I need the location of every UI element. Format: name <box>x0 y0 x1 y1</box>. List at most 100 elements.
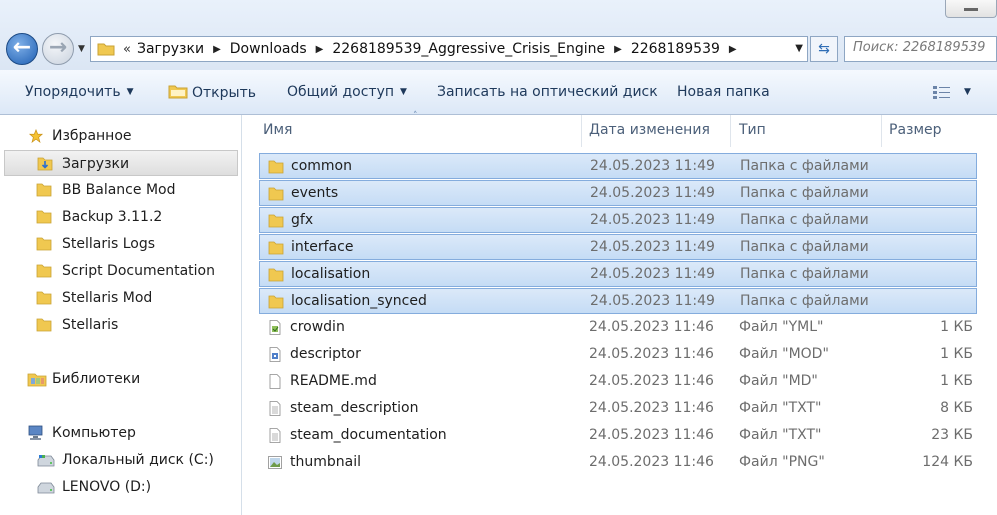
nav-drive-d[interactable]: LENOVO (D:) <box>0 474 238 500</box>
navigation-pane: Избранное Загрузки BB Balance Mod Backup… <box>0 115 242 515</box>
address-dropdown-icon[interactable]: ▼ <box>795 43 803 54</box>
column-header-name[interactable]: Имя <box>263 115 292 147</box>
file-name: localisation_synced <box>291 293 427 309</box>
nav-item-label: Stellaris <box>62 317 119 333</box>
nav-item-label: Backup 3.11.2 <box>62 209 163 225</box>
table-row[interactable]: README.md 24.05.2023 11:46 Файл "MD" 1 К… <box>259 369 977 395</box>
breadcrumb-item[interactable]: Загрузки <box>137 41 204 57</box>
column-name-label: Имя <box>263 122 293 138</box>
file-type: Файл "YML" <box>739 319 824 335</box>
refresh-button[interactable]: ⇆ <box>810 36 838 62</box>
chevron-right-icon[interactable]: ▶ <box>213 44 221 55</box>
blank-file-icon <box>269 374 281 389</box>
nav-item-folder[interactable]: Backup 3.11.2 <box>0 204 238 230</box>
table-row[interactable]: thumbnail 24.05.2023 11:46 Файл "PNG" 12… <box>259 450 977 476</box>
chevron-right-icon[interactable]: ▶ <box>316 44 324 55</box>
new-folder-button[interactable]: Новая папка <box>677 84 770 100</box>
nav-item-folder[interactable]: Stellaris <box>0 312 238 338</box>
file-date: 24.05.2023 11:46 <box>589 319 714 335</box>
nav-item-label: Загрузки <box>62 156 130 172</box>
file-name: README.md <box>290 373 377 389</box>
column-type-label: Тип <box>739 122 766 138</box>
column-divider[interactable] <box>581 115 582 147</box>
nav-drive-c[interactable]: Локальный диск (C:) <box>0 447 238 473</box>
column-divider[interactable] <box>730 115 731 147</box>
nav-favorites-label: Избранное <box>52 128 132 144</box>
new-folder-label: Новая папка <box>677 84 770 100</box>
chevron-down-icon: ▼ <box>126 87 134 97</box>
file-name: gfx <box>291 212 314 228</box>
mod-file-icon <box>269 347 281 362</box>
table-row[interactable]: interface 24.05.2023 11:49 Папка с файла… <box>259 234 977 260</box>
file-date: 24.05.2023 11:46 <box>589 400 714 416</box>
folder-icon <box>268 214 284 228</box>
nav-item-folder[interactable]: BB Balance Mod <box>0 177 238 203</box>
address-bar[interactable]: « Загрузки ▶ Downloads ▶ 2268189539_Aggr… <box>90 36 808 62</box>
text-file-icon <box>269 401 281 416</box>
table-row[interactable]: steam_documentation 24.05.2023 11:46 Фай… <box>259 423 977 449</box>
table-row[interactable]: gfx 24.05.2023 11:49 Папка с файлами <box>259 207 977 233</box>
file-size: 1 КБ <box>940 373 973 389</box>
chevron-right-icon[interactable]: ▶ <box>614 44 622 55</box>
nav-favorites[interactable]: Избранное <box>0 123 238 149</box>
sort-ascending-icon: ˄ <box>413 111 418 121</box>
chevron-right-icon[interactable]: ▶ <box>729 44 737 55</box>
file-date: 24.05.2023 11:49 <box>590 266 715 282</box>
burn-label: Записать на оптический диск <box>437 84 658 100</box>
file-date: 24.05.2023 11:46 <box>589 346 714 362</box>
breadcrumb-item[interactable]: 2268189539 <box>631 41 720 57</box>
nav-computer[interactable]: Компьютер <box>0 420 238 446</box>
nav-libraries[interactable]: Библиотеки <box>0 366 238 392</box>
folder-icon <box>268 295 284 309</box>
column-header-size[interactable]: Размер <box>889 115 942 147</box>
share-button[interactable]: Общий доступ ▼ <box>287 84 407 100</box>
file-name: common <box>291 158 352 174</box>
command-bar: Упорядочить ▼ Открыть Общий доступ ▼ Запис… <box>0 70 997 115</box>
view-options-icon[interactable] <box>932 85 952 100</box>
column-header-type[interactable]: Тип <box>739 115 766 147</box>
libraries-icon <box>27 373 47 387</box>
search-input[interactable]: Поиск: 2268189539 <box>844 36 997 62</box>
nav-item-folder[interactable]: Script Documentation <box>0 258 238 284</box>
window-minimize-button[interactable] <box>945 0 997 18</box>
file-type: Файл "MD" <box>739 373 818 389</box>
nav-libraries-label: Библиотеки <box>52 371 141 387</box>
nav-item-label: BB Balance Mod <box>62 182 176 198</box>
table-row[interactable]: steam_description 24.05.2023 11:46 Файл … <box>259 396 977 422</box>
file-name: steam_description <box>290 400 419 416</box>
nav-item-label: Script Documentation <box>62 263 215 279</box>
organize-button[interactable]: Упорядочить ▼ <box>25 84 134 100</box>
table-row[interactable]: events 24.05.2023 11:49 Папка с файлами <box>259 180 977 206</box>
open-button[interactable]: Открыть <box>168 84 256 101</box>
file-date: 24.05.2023 11:49 <box>590 293 715 309</box>
file-size: 23 КБ <box>931 427 973 443</box>
file-type: Папка с файлами <box>740 266 869 282</box>
view-options-dropdown[interactable]: ▼ <box>964 87 971 97</box>
forward-button[interactable]: → <box>42 33 74 65</box>
drive-icon <box>37 482 55 494</box>
file-type: Папка с файлами <box>740 158 869 174</box>
burn-button[interactable]: Записать на оптический диск <box>437 84 658 100</box>
recent-pages-dropdown[interactable]: ▼ <box>78 44 85 54</box>
table-row[interactable]: localisation 24.05.2023 11:49 Папка с фа… <box>259 261 977 287</box>
nav-item-folder[interactable]: Stellaris Mod <box>0 285 238 311</box>
table-row[interactable]: localisation_synced 24.05.2023 11:49 Пап… <box>259 288 977 314</box>
table-row[interactable]: descriptor 24.05.2023 11:46 Файл "MOD" 1… <box>259 342 977 368</box>
table-row[interactable]: common 24.05.2023 11:49 Папка с файлами <box>259 153 977 179</box>
share-label: Общий доступ <box>287 84 395 100</box>
open-folder-icon <box>168 85 188 99</box>
breadcrumb-item[interactable]: 2268189539_Aggressive_Crisis_Engine <box>332 41 605 57</box>
column-divider[interactable] <box>881 115 882 147</box>
nav-item-downloads[interactable]: Загрузки <box>4 150 238 176</box>
nav-item-folder[interactable]: Stellaris Logs <box>0 231 238 257</box>
column-header-date[interactable]: Дата изменения <box>589 115 710 147</box>
file-date: 24.05.2023 11:49 <box>590 239 715 255</box>
breadcrumb-overflow[interactable]: « <box>123 42 131 57</box>
breadcrumb-item[interactable]: Downloads <box>230 41 307 57</box>
system-drive-icon <box>37 455 55 467</box>
chevron-down-icon: ▼ <box>400 87 407 97</box>
file-type: Папка с файлами <box>740 239 869 255</box>
folder-icon <box>36 210 52 224</box>
back-button[interactable]: ← <box>6 33 38 65</box>
table-row[interactable]: crowdin 24.05.2023 11:46 Файл "YML" 1 КБ <box>259 315 977 341</box>
